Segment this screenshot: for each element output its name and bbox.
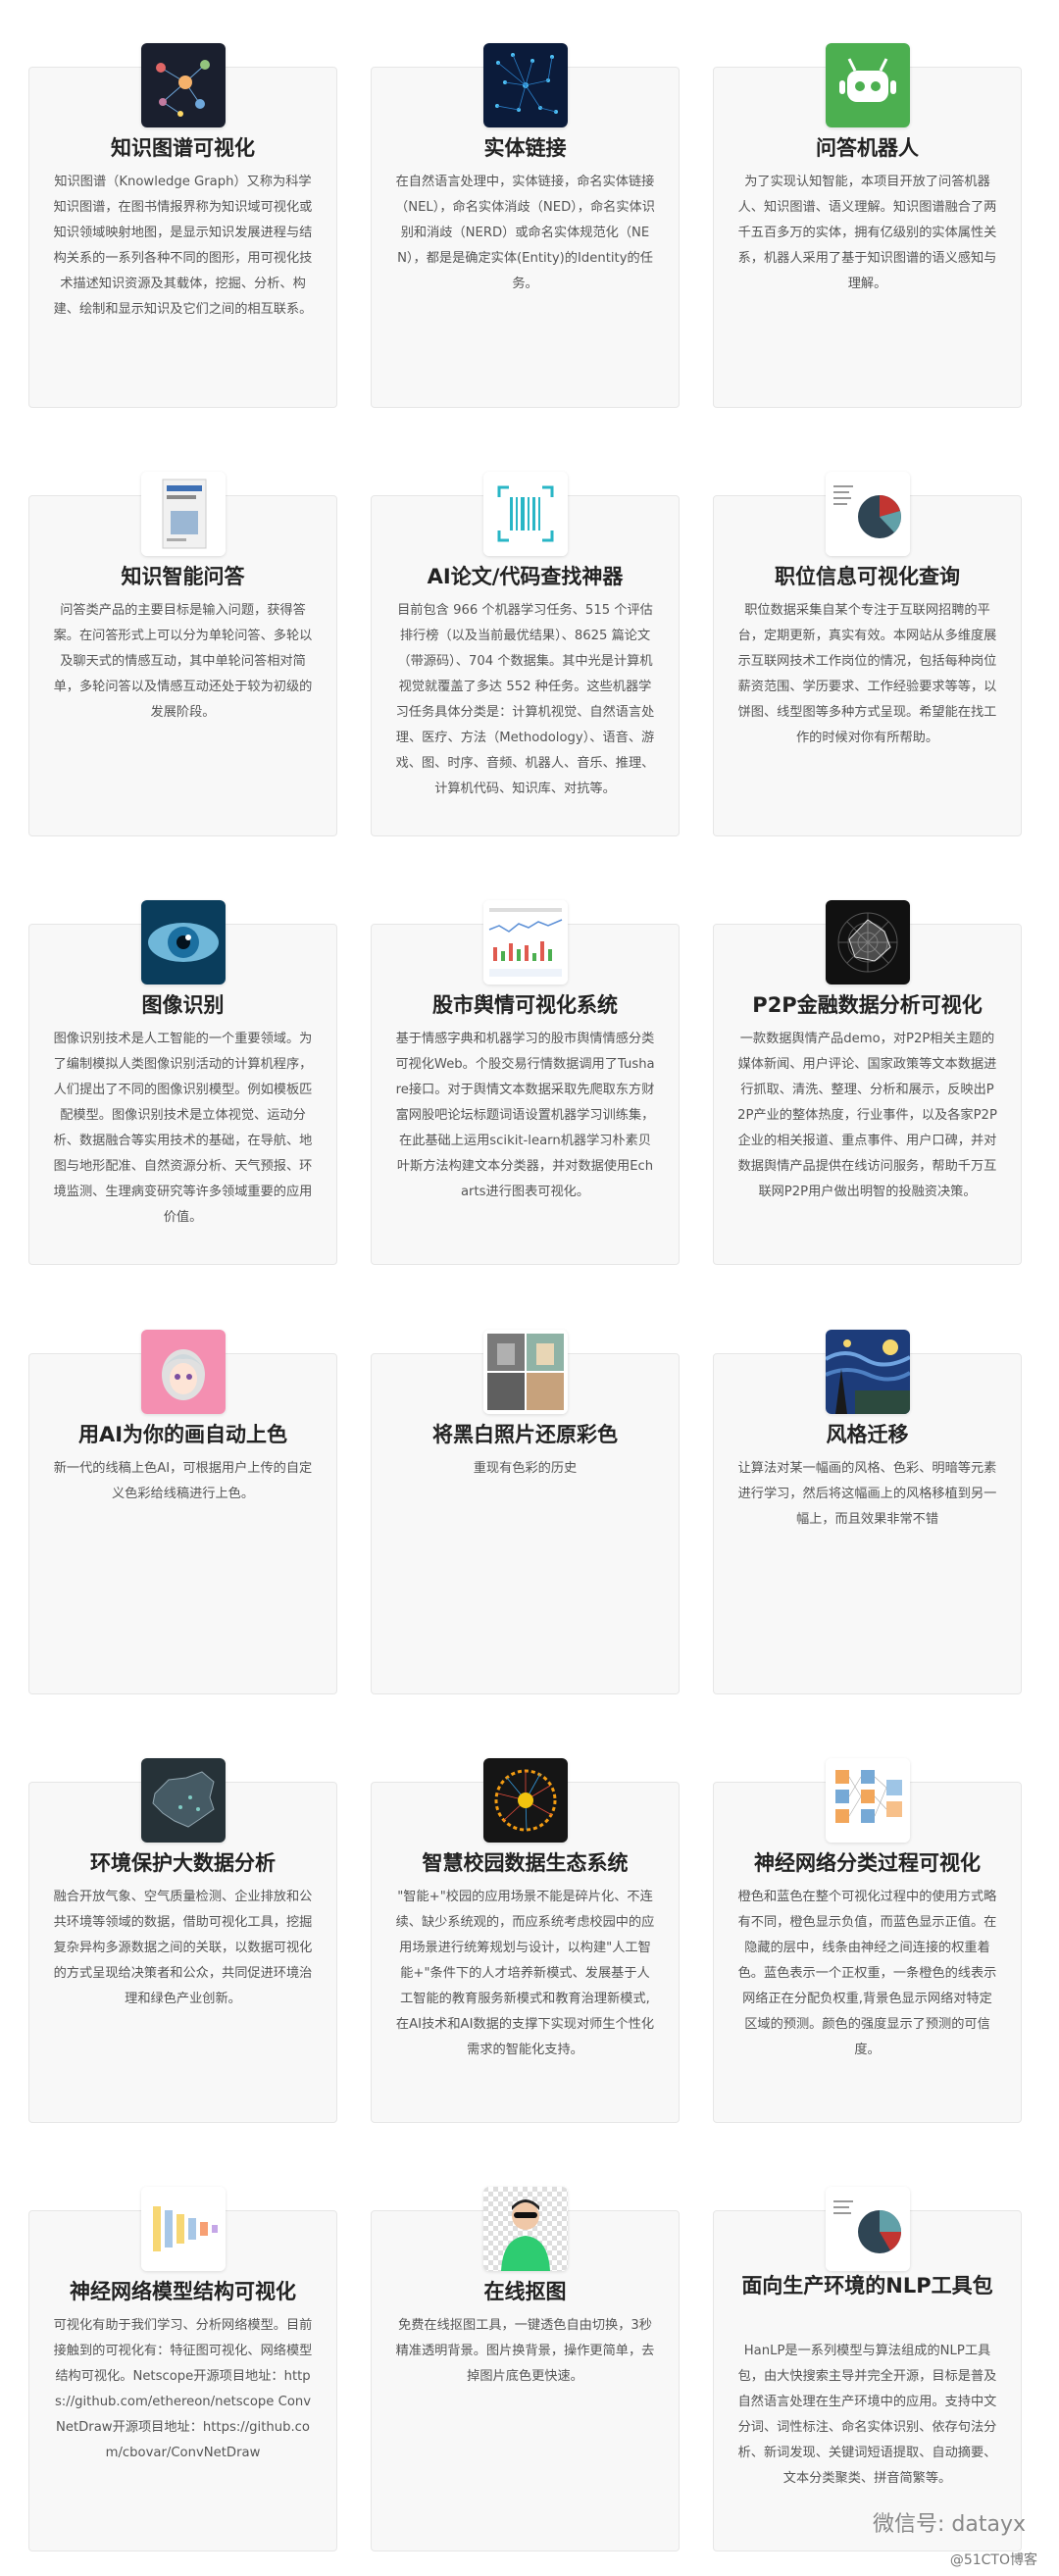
project-grid: 知识图谱可视化 知识图谱（Knowledge Graph）又称为科学知识图谱，在… <box>0 0 1059 2576</box>
card-title: 用AI为你的画自动上色 <box>77 1423 288 1446</box>
card-description: 可视化有助于我们学习、分析网络模型。目前接触到的可视化有：特征图可视化、网络模型… <box>53 2318 313 2460</box>
watermark-wechat: 微信号: datayx <box>873 2512 1026 2537</box>
pie-chart-icon <box>825 472 910 556</box>
network-layers-icon <box>140 2187 226 2271</box>
project-card[interactable]: 神经网络模型结构可视化 可视化有助于我们学习、分析网络模型。目前接触到的可视化有… <box>28 2187 337 2551</box>
card-title: 面向生产环境的NLP工具包 <box>741 2274 993 2298</box>
project-card[interactable]: 图像识别 图像识别技术是人工智能的一个重要领域。为了编制模拟人类图像识别活动的计… <box>28 900 337 1265</box>
project-card[interactable]: 职位信息可视化查询 职位数据采集自某个专注于互联网招聘的平台，定期更新，真实有效… <box>713 472 1022 836</box>
eye-icon <box>140 900 226 985</box>
card-title: 智慧校园数据生态系统 <box>422 1851 629 1875</box>
card-description: 橙色和蓝色在整个可视化过程中的使用方式略有不同，橙色显示负值，而蓝色显示正值。在… <box>737 1890 997 2057</box>
starry-night-icon <box>825 1330 910 1414</box>
card-description: 图像识别技术是人工智能的一个重要领域。为了编制模拟人类图像识别活动的计算机程序，… <box>53 1032 313 1225</box>
radar-chart-icon <box>825 900 910 985</box>
card-description: 一款数据舆情产品demo，对P2P相关主题的媒体新闻、用户评论、国家政策等文本数… <box>737 1032 997 1199</box>
card-description: 知识图谱（Knowledge Graph）又称为科学知识图谱，在图书情报界称为知… <box>53 175 313 317</box>
stock-chart-icon <box>482 900 568 985</box>
card-title: 问答机器人 <box>816 136 919 160</box>
card-title: AI论文/代码查找神器 <box>427 565 624 588</box>
card-title: 股市舆情可视化系统 <box>432 993 618 1017</box>
neural-grid-icon <box>825 1758 910 1843</box>
card-title: 将黑白照片还原彩色 <box>432 1423 618 1446</box>
card-title: 神经网络模型结构可视化 <box>70 2280 296 2303</box>
card-description: 新一代的线稿上色AI，可根据用户上传的自定义色彩给线稿进行上色。 <box>53 1461 313 1501</box>
project-card[interactable]: 环境保护大数据分析 融合开放气象、空气质量检测、企业排放和公共环境等领域的数据，… <box>28 1758 337 2123</box>
project-card[interactable]: 风格迁移 让算法对某一幅画的风格、色彩、明暗等元素进行学习，然后将这幅画上的风格… <box>713 1330 1022 1694</box>
card-title: 图像识别 <box>141 993 225 1017</box>
book-icon <box>140 472 226 556</box>
card-description: 基于情感字典和机器学习的股市舆情情感分类可视化Web。个股交易行情数据调用了Tu… <box>395 1032 655 1199</box>
project-card[interactable]: 知识智能问答 问答类产品的主要目标是输入问题，获得答案。在问答形式上可以分为单轮… <box>28 472 337 836</box>
pie-chart-icon <box>825 2187 910 2271</box>
robot-icon <box>825 43 910 127</box>
project-card[interactable]: 股市舆情可视化系统 基于情感字典和机器学习的股市舆情情感分类可视化Web。个股交… <box>371 900 680 1265</box>
project-card[interactable]: 神经网络分类过程可视化 橙色和蓝色在整个可视化过程中的使用方式略有不同，橙色显示… <box>713 1758 1022 2123</box>
anime-girl-icon <box>140 1330 226 1414</box>
project-card[interactable]: 知识图谱可视化 知识图谱（Knowledge Graph）又称为科学知识图谱，在… <box>28 43 337 408</box>
project-card[interactable]: 实体链接 在自然语言处理中，实体链接，命名实体链接（NEL），命名实体消歧（NE… <box>371 43 680 408</box>
radial-viz-icon <box>482 1758 568 1843</box>
card-description: 免费在线抠图工具，一键透色自由切换，3秒精准透明背景。图片换背景，操作更简单，去… <box>395 2318 655 2384</box>
watermark-51cto: @51CTO博客 <box>949 2552 1037 2568</box>
project-card[interactable]: 用AI为你的画自动上色 新一代的线稿上色AI，可根据用户上传的自定义色彩给线稿进… <box>28 1330 337 1694</box>
project-card[interactable]: 智慧校园数据生态系统 "智能+"校园的应用场景不能是碎片化、不连续、缺少系统观的… <box>371 1758 680 2123</box>
card-description: 在自然语言处理中，实体链接，命名实体链接（NEL），命名实体消歧（NED），命名… <box>395 175 655 291</box>
card-title: 风格迁移 <box>826 1423 909 1446</box>
card-title: 实体链接 <box>483 136 567 160</box>
card-description: 让算法对某一幅画的风格、色彩、明暗等元素进行学习，然后将这幅画上的风格移植到另一… <box>737 1461 997 1527</box>
card-title: 环境保护大数据分析 <box>90 1851 276 1875</box>
card-description: "智能+"校园的应用场景不能是碎片化、不连续、缺少系统观的，而应系统考虑校园中的… <box>395 1890 655 2057</box>
card-description: 职位数据采集自某个专注于互联网招聘的平台，定期更新，真实有效。本网站从多维度展示… <box>737 603 997 745</box>
project-card[interactable]: 将黑白照片还原彩色 重现有色彩的历史 <box>371 1330 680 1694</box>
card-title: 职位信息可视化查询 <box>775 565 960 588</box>
project-card[interactable]: AI论文/代码查找神器 目前包含 966 个机器学习任务、515 个评估排行榜（… <box>371 472 680 836</box>
card-title: P2P金融数据分析可视化 <box>752 993 983 1017</box>
card-title: 在线抠图 <box>483 2280 567 2303</box>
card-description: 目前包含 966 个机器学习任务、515 个评估排行榜（以及当前最优结果）、86… <box>395 603 655 796</box>
card-title: 知识图谱可视化 <box>111 136 255 160</box>
card-description: HanLP是一系列模型与算法组成的NLP工具包，由大快搜索主导并完全开源，目标是… <box>737 2344 997 2486</box>
project-card[interactable]: 在线抠图 免费在线抠图工具，一键透色自由切换，3秒精准透明背景。图片换背景，操作… <box>371 2187 680 2551</box>
project-card[interactable]: 问答机器人 为了实现认知智能，本项目开放了问答机器人、知识图谱、语义理解。知识图… <box>713 43 1022 408</box>
network-icon <box>482 43 568 127</box>
scan-icon <box>482 472 568 556</box>
card-title: 知识智能问答 <box>121 565 245 588</box>
card-description: 问答类产品的主要目标是输入问题，获得答案。在问答形式上可以分为单轮问答、多轮以及… <box>53 603 313 720</box>
card-description: 重现有色彩的历史 <box>473 1461 578 1476</box>
card-title: 神经网络分类过程可视化 <box>754 1851 981 1875</box>
project-card[interactable]: P2P金融数据分析可视化 一款数据舆情产品demo，对P2P相关主题的媒体新闻、… <box>713 900 1022 1265</box>
knowledge-graph-icon <box>140 43 226 127</box>
card-description: 为了实现认知智能，本项目开放了问答机器人、知识图谱、语义理解。知识图谱融合了两千… <box>737 175 997 291</box>
photo-icon <box>482 1330 568 1414</box>
project-card[interactable]: 面向生产环境的NLP工具包 HanLP是一系列模型与算法组成的NLP工具包，由大… <box>713 2187 1022 2551</box>
portrait-icon <box>482 2187 568 2271</box>
card-description: 融合开放气象、空气质量检测、企业排放和公共环境等领域的数据，借助可视化工具，挖掘… <box>53 1890 313 2006</box>
china-map-icon <box>140 1758 226 1843</box>
